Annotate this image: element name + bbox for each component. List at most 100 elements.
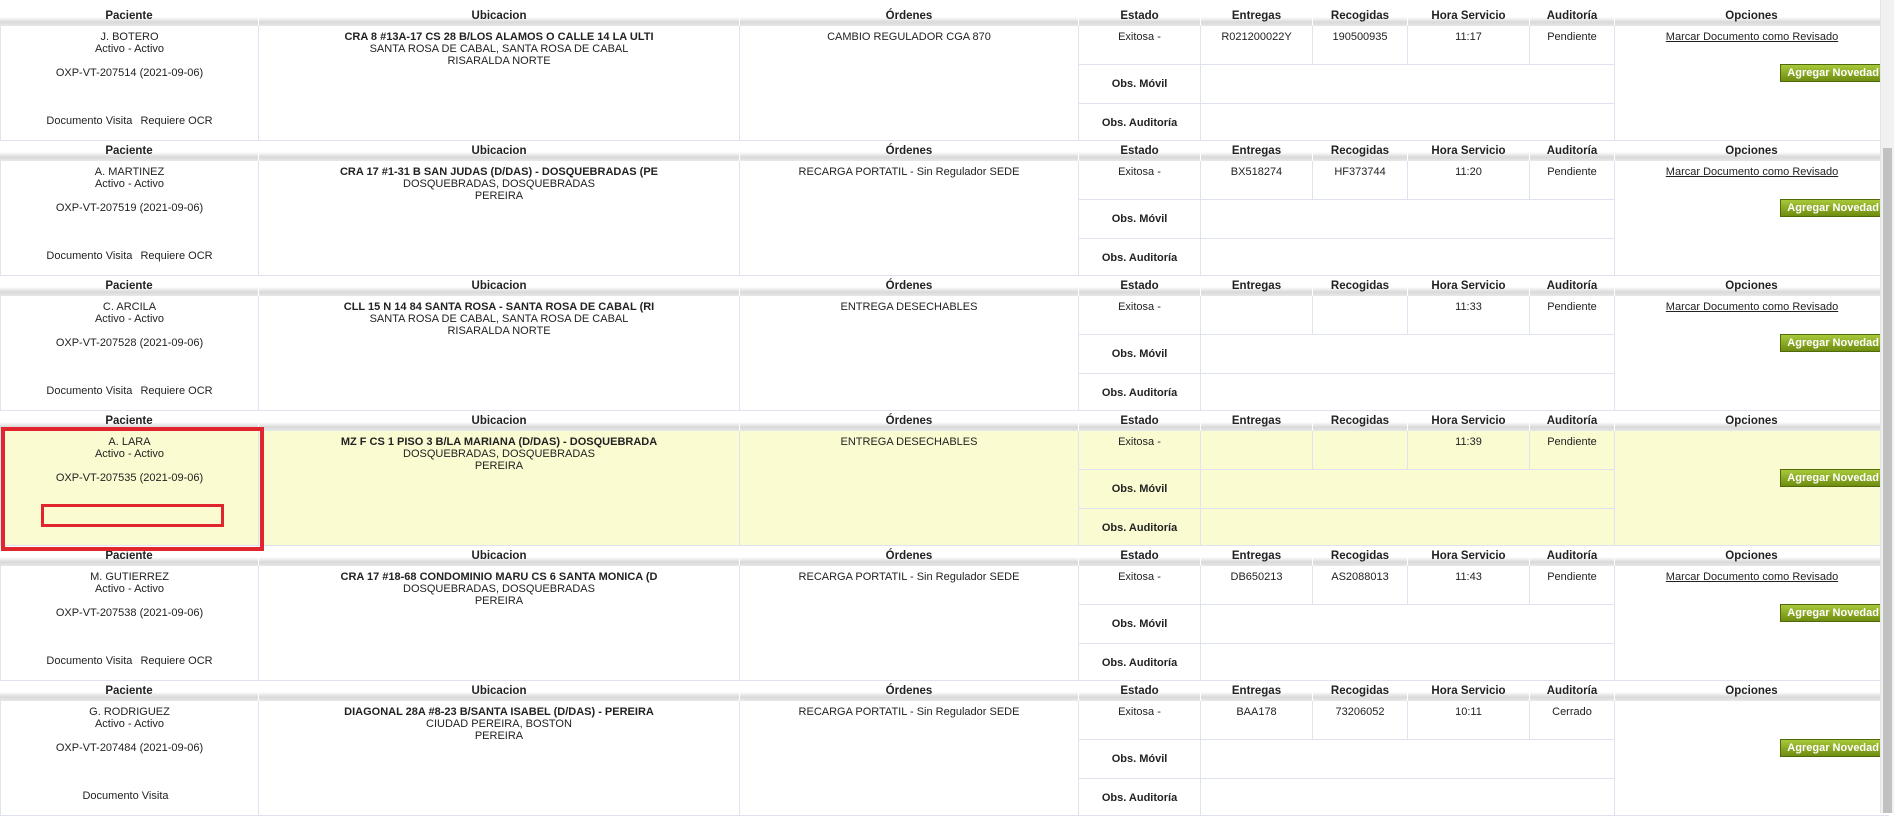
marcar-revisado-link[interactable]: Marcar Documento como Revisado (1666, 166, 1838, 178)
entregas-cell: BAA178 (1201, 701, 1313, 740)
header-paciente: Paciente (0, 6, 259, 26)
patient-status: Activo - Activo (94, 313, 165, 325)
location-cell: CRA 8 #13A-17 CS 28 B/LOS ALAMOS O CALLE… (259, 26, 740, 141)
address: DIAGONAL 28A #8-23 B/SANTA ISABEL (D/DAS… (344, 706, 654, 718)
city: SANTA ROSA DE CABAL, SANTA ROSA DE CABAL (369, 313, 629, 325)
agregar-novedad-button[interactable]: Agregar Novedad (1780, 334, 1886, 352)
obs-movil-value (1201, 605, 1615, 644)
region: PEREIRA (474, 730, 524, 742)
header-auditoria: Auditoría (1530, 546, 1615, 566)
requiere-ocr-link[interactable]: Requiere OCR (140, 385, 212, 397)
record: Paciente Ubicacion Órdenes Estado Entreg… (0, 681, 1889, 816)
document-links: Documento Visita (1, 790, 258, 802)
header-ubicacion: Ubicacion (259, 546, 740, 566)
header-auditoria: Auditoría (1530, 141, 1615, 161)
header-hora-servicio: Hora Servicio (1408, 411, 1530, 431)
recogidas-cell: 73206052 (1313, 701, 1408, 740)
agregar-novedad-button[interactable]: Agregar Novedad (1780, 64, 1886, 82)
documento-visita-link[interactable]: Documento Visita (82, 790, 168, 802)
header-entregas: Entregas (1201, 411, 1313, 431)
document-links (1, 520, 258, 532)
header-paciente: Paciente (0, 411, 259, 431)
auditoria-cell: Pendiente (1530, 161, 1615, 200)
hora-servicio-cell: 11:43 (1408, 566, 1530, 605)
requiere-ocr-link[interactable]: Requiere OCR (140, 115, 212, 127)
header-estado: Estado (1079, 141, 1201, 161)
obs-auditoria-label: Obs. Auditoría (1079, 509, 1201, 546)
documento-visita-link[interactable]: Documento Visita (46, 250, 132, 262)
patient-status: Activo - Activo (94, 43, 165, 55)
obs-movil-label: Obs. Móvil (1079, 470, 1201, 509)
vertical-scrollbar[interactable] (1880, 0, 1894, 813)
order-cell: RECARGA PORTATIL - Sin Regulador SEDE (740, 701, 1079, 816)
obs-auditoria-value (1201, 509, 1615, 546)
agregar-novedad-button[interactable]: Agregar Novedad (1780, 469, 1886, 487)
patient-status: Activo - Activo (94, 583, 165, 595)
auditoria-cell: Cerrado (1530, 701, 1615, 740)
auditoria-cell: Pendiente (1530, 566, 1615, 605)
header-entregas: Entregas (1201, 141, 1313, 161)
address: CRA 17 #18-68 CONDOMINIO MARU CS 6 SANTA… (340, 571, 658, 583)
header-estado: Estado (1079, 276, 1201, 296)
obs-movil-value (1201, 65, 1615, 104)
agregar-novedad-button[interactable]: Agregar Novedad (1780, 604, 1886, 622)
obs-auditoria-value (1201, 374, 1615, 411)
header-ubicacion: Ubicacion (259, 411, 740, 431)
header-estado: Estado (1079, 6, 1201, 26)
patient-status: Activo - Activo (94, 718, 165, 730)
marcar-revisado-link[interactable]: Marcar Documento como Revisado (1666, 31, 1838, 43)
header-auditoria: Auditoría (1530, 6, 1615, 26)
region: PEREIRA (474, 190, 524, 202)
address: CRA 17 #1-31 B SAN JUDAS (D/DAS) - DOSQU… (339, 166, 659, 178)
document-links: Documento Visita Requiere OCR (1, 115, 258, 127)
documento-visita-link[interactable]: Documento Visita (46, 115, 132, 127)
status-cell: Exitosa - (1079, 296, 1201, 335)
requiere-ocr-link[interactable]: Requiere OCR (140, 250, 212, 262)
header-opciones: Opciones (1615, 141, 1889, 161)
header-paciente: Paciente (0, 141, 259, 161)
patient-name: J. BOTERO (100, 31, 159, 43)
auditoria-cell: Pendiente (1530, 431, 1615, 470)
header-recogidas: Recogidas (1313, 681, 1408, 701)
obs-movil-label: Obs. Móvil (1079, 65, 1201, 104)
requiere-ocr-link[interactable]: Requiere OCR (140, 655, 212, 667)
obs-auditoria-value (1201, 644, 1615, 681)
order-cell: ENTREGA DESECHABLES (740, 296, 1079, 411)
patient-cell: J. BOTERO Activo - Activo OXP-VT-207514 … (0, 26, 259, 141)
header-entregas: Entregas (1201, 276, 1313, 296)
visit-code: OXP-VT-207528 (2021-09-06) (55, 337, 204, 349)
header-ordenes: Órdenes (740, 141, 1079, 161)
entregas-cell (1201, 431, 1313, 470)
header-opciones: Opciones (1615, 411, 1889, 431)
auditoria-cell: Pendiente (1530, 296, 1615, 335)
header-hora-servicio: Hora Servicio (1408, 546, 1530, 566)
hora-servicio-cell: 10:11 (1408, 701, 1530, 740)
options-cell: Agregar Novedad (1615, 701, 1889, 816)
agregar-novedad-button[interactable]: Agregar Novedad (1780, 199, 1886, 217)
obs-auditoria-label: Obs. Auditoría (1079, 644, 1201, 681)
record: Paciente Ubicacion Órdenes Estado Entreg… (0, 141, 1889, 276)
obs-auditoria-label: Obs. Auditoría (1079, 779, 1201, 816)
header-hora-servicio: Hora Servicio (1408, 141, 1530, 161)
marcar-revisado-link[interactable]: Marcar Documento como Revisado (1666, 571, 1838, 583)
visit-code: OXP-VT-207538 (2021-09-06) (55, 607, 204, 619)
documento-visita-link[interactable]: Documento Visita (46, 655, 132, 667)
scrollbar-thumb[interactable] (1883, 148, 1892, 813)
header-hora-servicio: Hora Servicio (1408, 276, 1530, 296)
patient-cell: A. MARTINEZ Activo - Activo OXP-VT-20751… (0, 161, 259, 276)
address: CRA 8 #13A-17 CS 28 B/LOS ALAMOS O CALLE… (344, 31, 654, 43)
order-cell: ENTREGA DESECHABLES (740, 431, 1079, 546)
obs-auditoria-value (1201, 779, 1615, 816)
agregar-novedad-button[interactable]: Agregar Novedad (1780, 739, 1886, 757)
header-auditoria: Auditoría (1530, 411, 1615, 431)
order-cell: RECARGA PORTATIL - Sin Regulador SEDE (740, 161, 1079, 276)
obs-auditoria-label: Obs. Auditoría (1079, 239, 1201, 276)
patient-cell: A. LARA Activo - Activo OXP-VT-207535 (2… (0, 431, 259, 546)
header-opciones: Opciones (1615, 6, 1889, 26)
hora-servicio-cell: 11:33 (1408, 296, 1530, 335)
documento-visita-link[interactable]: Documento Visita (46, 385, 132, 397)
marcar-revisado-link[interactable]: Marcar Documento como Revisado (1666, 301, 1838, 313)
document-links: Documento Visita Requiere OCR (1, 655, 258, 667)
obs-movil-label: Obs. Móvil (1079, 740, 1201, 779)
header-estado: Estado (1079, 681, 1201, 701)
